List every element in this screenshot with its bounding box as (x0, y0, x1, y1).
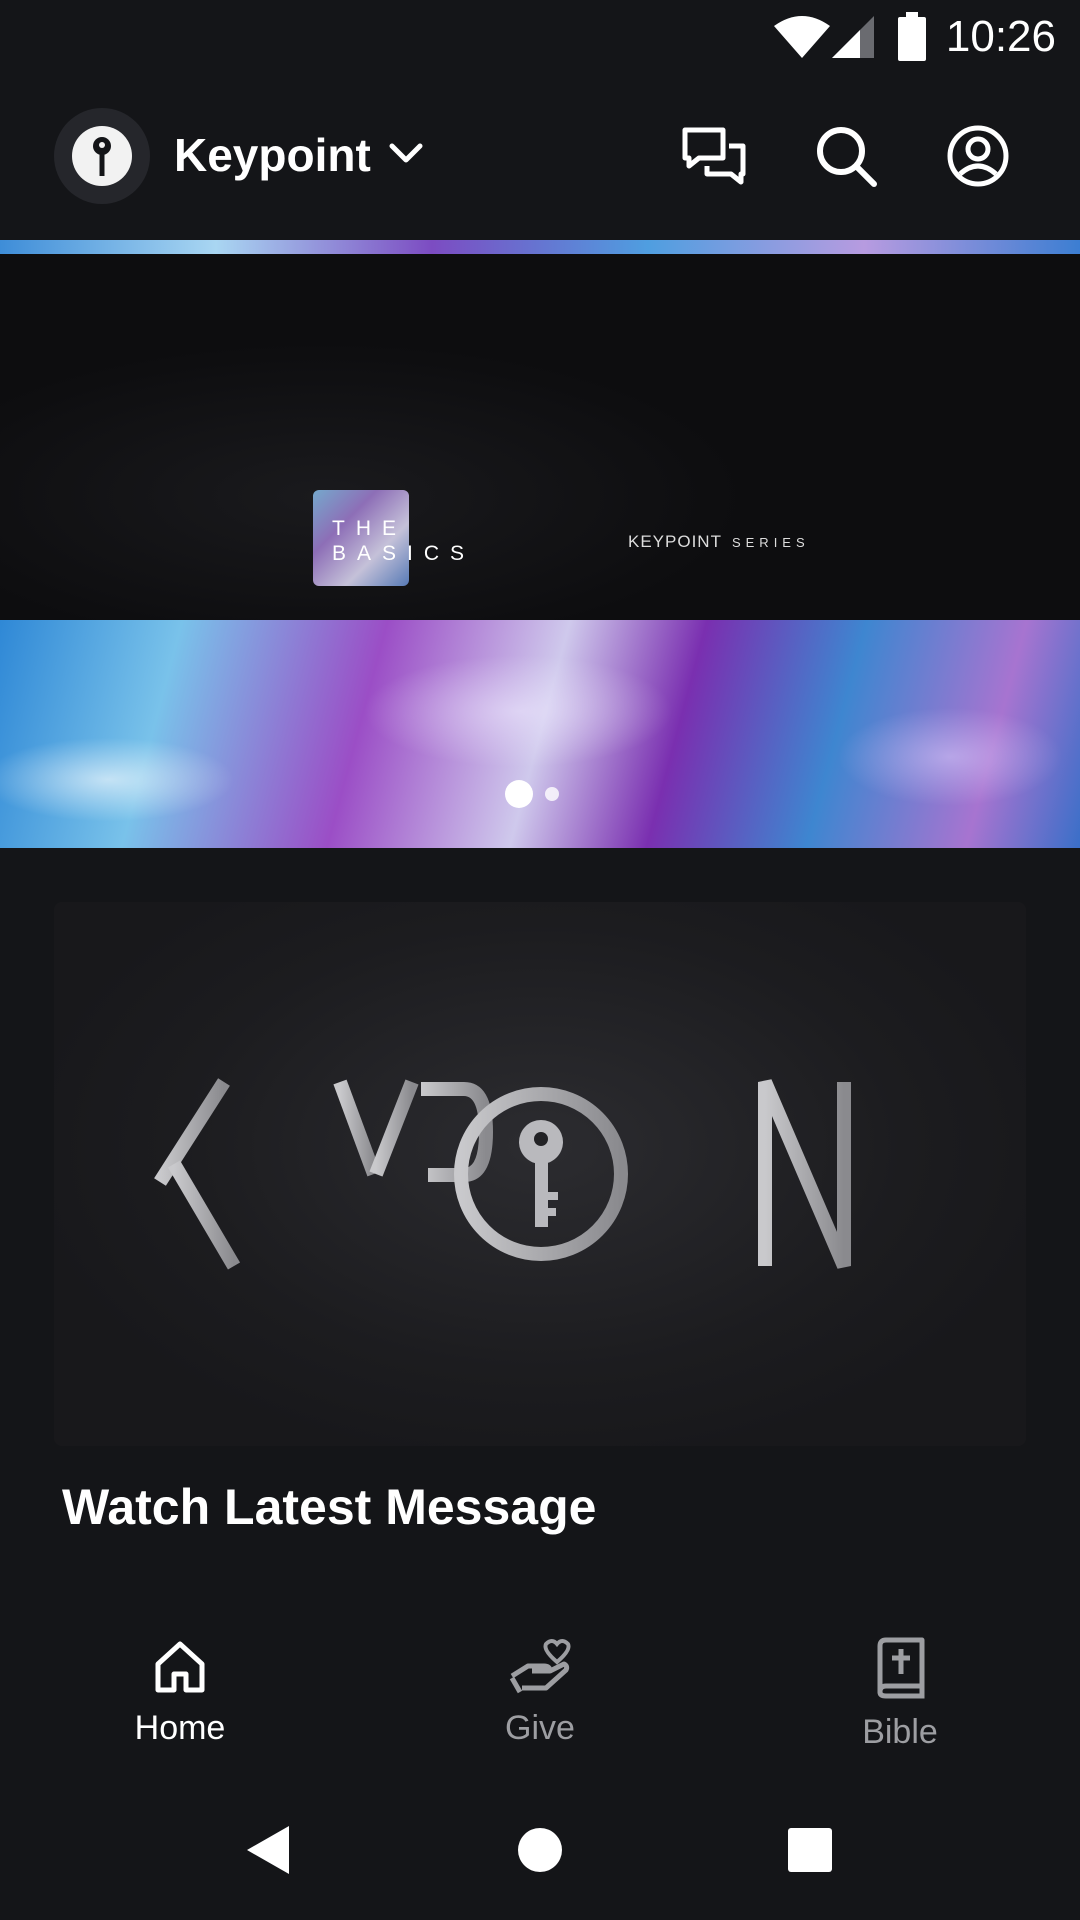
nav-label-give: Give (505, 1709, 575, 1747)
status-time: 10:26 (945, 12, 1056, 61)
keypoint-wordmark-logo (153, 1078, 934, 1270)
nav-label-bible: Bible (862, 1713, 938, 1751)
battery-icon (898, 12, 926, 61)
series-title: THE BASICS (332, 517, 476, 565)
account-button[interactable] (942, 120, 1014, 192)
search-button[interactable] (810, 120, 882, 192)
hero-carousel[interactable]: THE BASICS KEYPOINT SERIES (0, 240, 1080, 848)
nav-tab-bible[interactable]: Bible (800, 1636, 1000, 1752)
carousel-pager (505, 780, 559, 808)
carousel-dot-2[interactable] (545, 787, 559, 801)
back-icon (247, 1826, 289, 1874)
latest-message-title[interactable]: Watch Latest Message (62, 1478, 596, 1536)
give-icon (509, 1639, 571, 1694)
recents-icon (788, 1828, 832, 1872)
home-icon (155, 1641, 205, 1693)
home-system-button[interactable] (500, 1810, 580, 1890)
key-icon (72, 126, 132, 186)
cell-signal-icon (832, 16, 874, 58)
bottom-nav: Home Give Bible (0, 1610, 1080, 1760)
system-nav-bar (0, 1770, 1080, 1920)
status-bar: 10:26 (0, 0, 1080, 78)
nav-label-home: Home (134, 1709, 226, 1747)
org-logo-button[interactable] (54, 108, 150, 204)
search-icon (817, 127, 877, 187)
series-brand-name: KEYPOINT (628, 532, 722, 551)
chat-icon (682, 127, 746, 185)
home-circle-icon (518, 1828, 562, 1872)
series-brand: KEYPOINT SERIES (628, 532, 810, 552)
series-brand-suffix: SERIES (731, 535, 810, 550)
hero-art-strip (0, 240, 1080, 254)
nav-tab-give[interactable]: Give (440, 1636, 640, 1748)
chat-button[interactable] (678, 120, 750, 192)
wifi-icon (774, 16, 830, 58)
hero-marble-art (0, 620, 1080, 848)
account-icon (947, 125, 1009, 187)
app-bar: Keypoint (0, 78, 1080, 238)
latest-message-thumbnail[interactable] (54, 902, 1026, 1446)
recents-button[interactable] (770, 1810, 850, 1890)
back-button[interactable] (228, 1810, 308, 1890)
nav-tab-home[interactable]: Home (80, 1636, 280, 1748)
org-name[interactable]: Keypoint (174, 128, 371, 182)
chevron-down-icon[interactable] (388, 142, 424, 166)
bible-icon (877, 1637, 925, 1699)
carousel-dot-1[interactable] (505, 780, 533, 808)
